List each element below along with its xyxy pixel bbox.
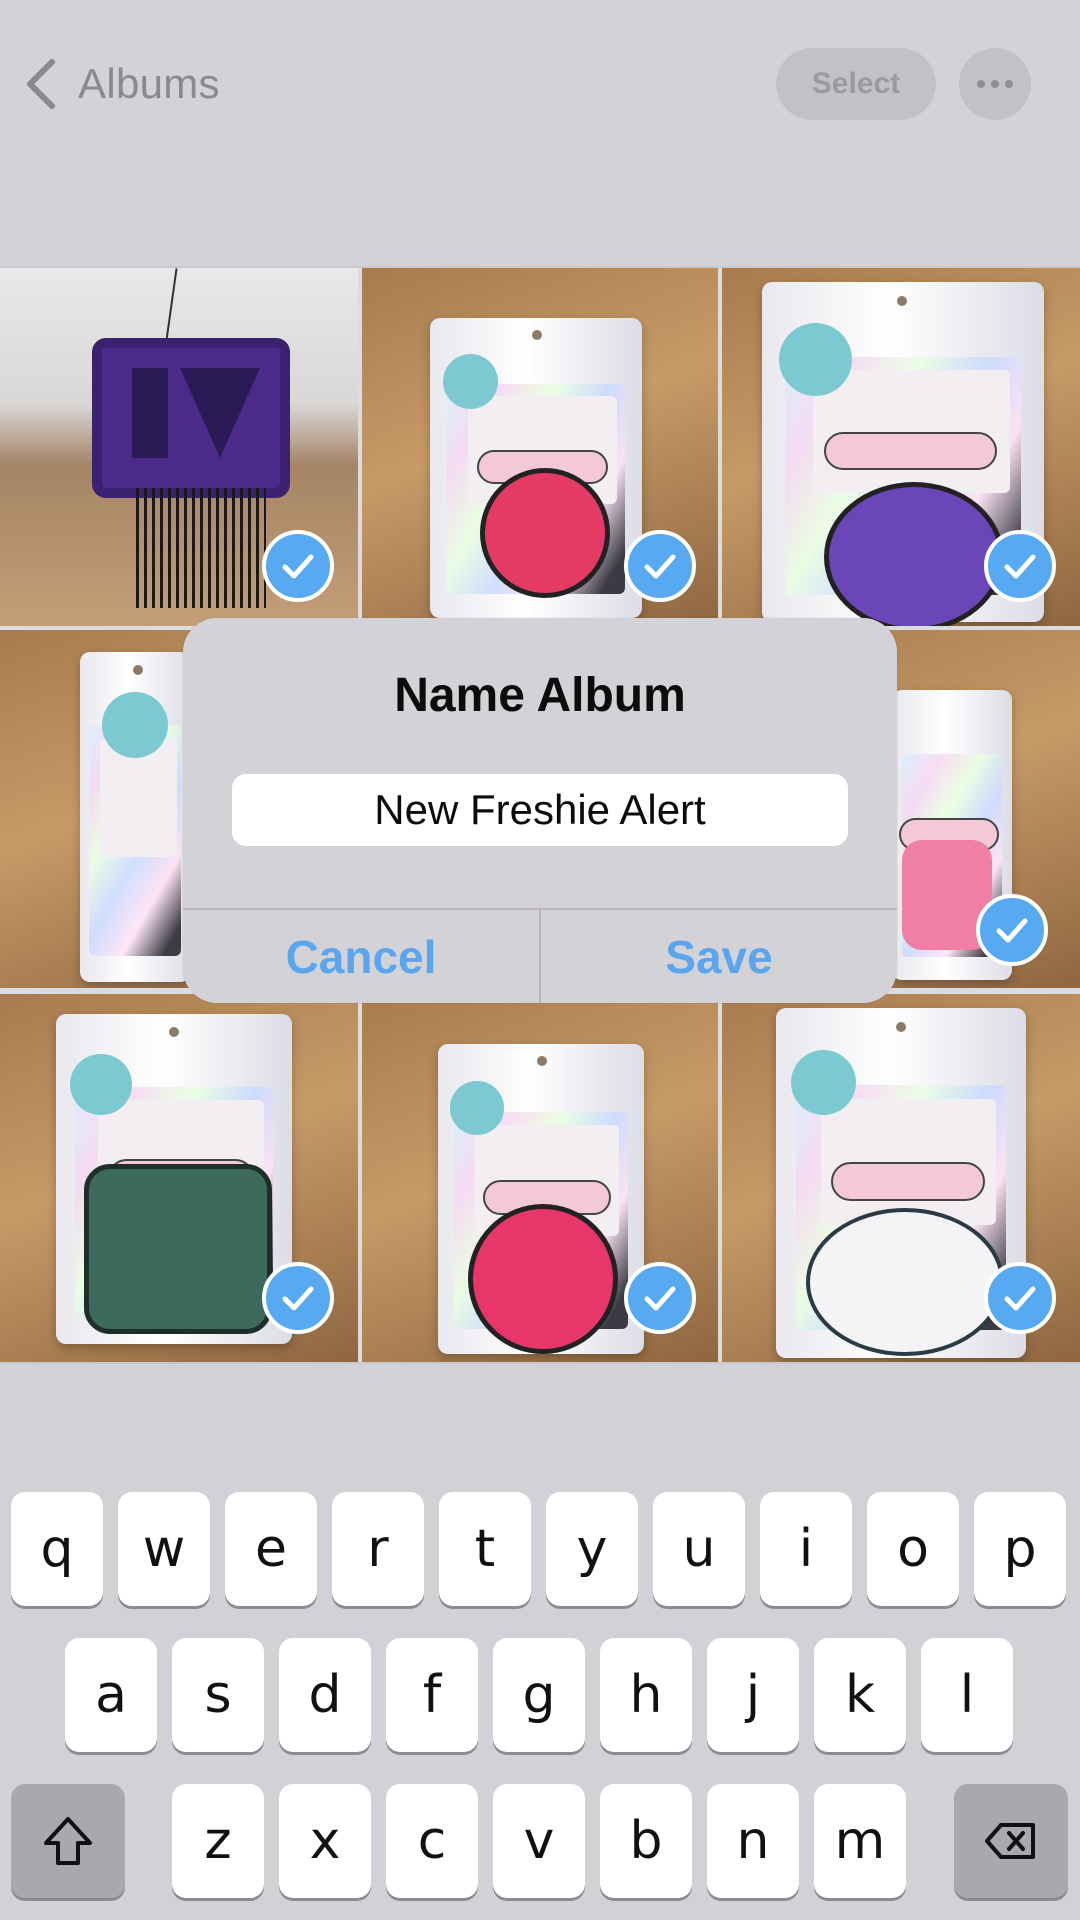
selected-check-icon: [262, 1262, 334, 1334]
backspace-icon[interactable]: [954, 1784, 1068, 1898]
key-e[interactable]: e: [225, 1492, 317, 1606]
dialog-title: Name Album: [394, 669, 686, 722]
key-b[interactable]: b: [600, 1784, 692, 1898]
key-k[interactable]: k: [814, 1638, 906, 1752]
ellipsis-icon[interactable]: [959, 48, 1031, 120]
selected-check-icon: [976, 894, 1048, 966]
select-button[interactable]: Select: [776, 48, 936, 120]
back-button[interactable]: Albums: [22, 52, 220, 116]
album-name-input[interactable]: [232, 774, 848, 846]
selected-check-icon: [984, 1262, 1056, 1334]
key-r[interactable]: r: [332, 1492, 424, 1606]
chevron-left-icon: [27, 59, 55, 109]
key-i[interactable]: i: [760, 1492, 852, 1606]
key-x[interactable]: x: [279, 1784, 371, 1898]
shift-icon[interactable]: [11, 1784, 125, 1898]
name-album-dialog: Name Album Cancel Save: [183, 618, 897, 1003]
photo-tile[interactable]: [362, 268, 718, 626]
key-d[interactable]: d: [279, 1638, 371, 1752]
photo-tile[interactable]: [362, 994, 718, 1362]
key-m[interactable]: m: [814, 1784, 906, 1898]
photo-tile[interactable]: [722, 994, 1080, 1362]
photo-tile[interactable]: [722, 268, 1080, 626]
key-w[interactable]: w: [118, 1492, 210, 1606]
key-a[interactable]: a: [65, 1638, 157, 1752]
selected-check-icon: [624, 1262, 696, 1334]
key-h[interactable]: h: [600, 1638, 692, 1752]
key-t[interactable]: t: [439, 1492, 531, 1606]
key-v[interactable]: v: [493, 1784, 585, 1898]
key-s[interactable]: s: [172, 1638, 264, 1752]
cancel-button[interactable]: Cancel: [183, 910, 539, 1003]
key-u[interactable]: u: [653, 1492, 745, 1606]
save-button[interactable]: Save: [541, 910, 897, 1003]
back-label: Albums: [78, 60, 220, 107]
key-l[interactable]: l: [921, 1638, 1013, 1752]
key-o[interactable]: o: [867, 1492, 959, 1606]
key-f[interactable]: f: [386, 1638, 478, 1752]
key-q[interactable]: q: [11, 1492, 103, 1606]
key-n[interactable]: n: [707, 1784, 799, 1898]
photo-tile[interactable]: [0, 268, 358, 626]
nav-header: Albums Select: [0, 0, 1080, 266]
key-y[interactable]: y: [546, 1492, 638, 1606]
photo-tile[interactable]: [0, 994, 358, 1362]
key-j[interactable]: j: [707, 1638, 799, 1752]
selected-check-icon: [624, 530, 696, 602]
key-p[interactable]: p: [974, 1492, 1066, 1606]
selected-check-icon: [262, 530, 334, 602]
key-g[interactable]: g: [493, 1638, 585, 1752]
key-z[interactable]: z: [172, 1784, 264, 1898]
key-c[interactable]: c: [386, 1784, 478, 1898]
selected-check-icon: [984, 530, 1056, 602]
keyboard: q w e r t y u i o p a s d f g h j k l z …: [0, 1364, 1080, 1920]
